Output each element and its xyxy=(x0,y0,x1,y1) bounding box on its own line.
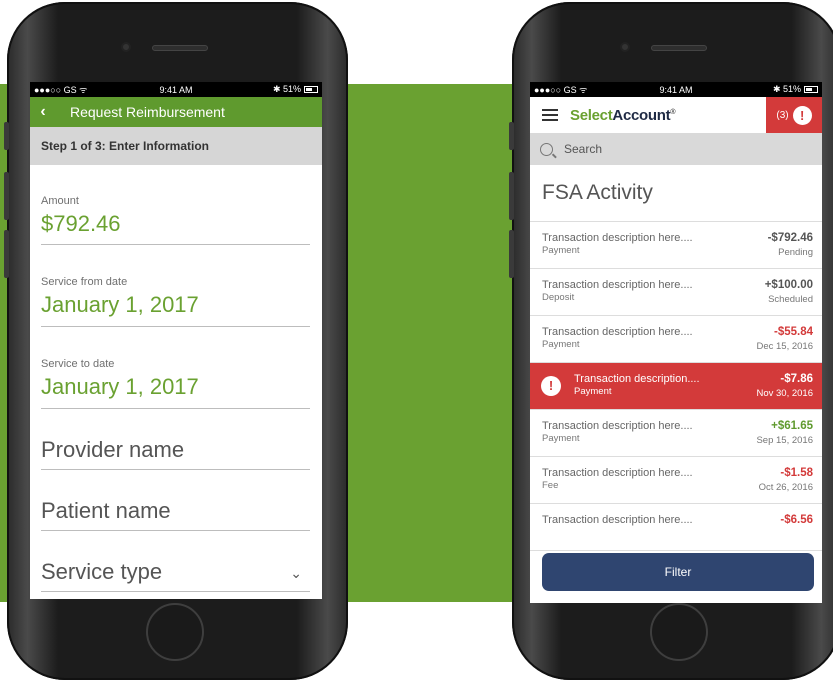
transaction-amount: -$792.46 xyxy=(767,232,813,244)
app-header: SelectAccount® (3) ! xyxy=(530,97,822,133)
amount-label: Amount xyxy=(41,195,79,207)
transaction-amount: +$61.65 xyxy=(771,420,813,432)
transaction-amount: -$55.84 xyxy=(773,326,813,338)
transaction-row[interactable]: ! Transaction description.... Payment -$7.8… xyxy=(530,363,822,410)
selectaccount-logo: SelectAccount® xyxy=(570,106,676,124)
status-bar: ●●●○○ GS ᯤ 9:41 AM ✱ 51% xyxy=(30,82,322,97)
transaction-row[interactable]: Transaction description here.... Deposit +… xyxy=(530,269,822,316)
service-type-select[interactable]: Service type ⌄ xyxy=(41,531,310,592)
battery-icon xyxy=(304,86,318,94)
battery-status: ✱ 51% xyxy=(273,84,318,95)
transaction-row[interactable]: Transaction description here.... Payment -… xyxy=(530,316,822,363)
search-placeholder: Search xyxy=(564,142,603,156)
app-header: ‹ Request Reimbursement xyxy=(30,97,322,127)
service-from-date-value: January 1, 2017 xyxy=(41,292,199,317)
alerts-button[interactable]: (3) ! xyxy=(766,97,822,133)
transaction-row[interactable]: Transaction description here.... Payment -… xyxy=(530,222,822,269)
service-to-date-value: January 1, 2017 xyxy=(41,374,199,399)
chevron-down-icon: ⌄ xyxy=(290,565,302,581)
front-camera xyxy=(121,42,131,52)
transaction-amount: -$1.58 xyxy=(780,467,813,479)
exclamation-icon: ! xyxy=(541,376,561,396)
home-button[interactable] xyxy=(650,603,708,661)
mute-switch xyxy=(4,122,9,150)
provider-name-placeholder: Provider name xyxy=(41,437,185,462)
carrier-signal: ●●●○○ GS ᯤ xyxy=(534,85,588,95)
transaction-status: Sep 15, 2016 xyxy=(756,435,813,446)
filter-button[interactable]: Filter xyxy=(542,553,814,591)
provider-name-field[interactable]: Provider name xyxy=(41,409,310,470)
front-camera xyxy=(620,42,630,52)
transaction-status: Pending xyxy=(778,247,813,258)
transaction-description: Transaction description here.... xyxy=(542,514,693,526)
amount-value: $792.46 xyxy=(41,211,121,236)
transaction-status: Scheduled xyxy=(768,294,813,305)
mute-switch xyxy=(509,122,514,150)
hamburger-menu-icon[interactable] xyxy=(542,106,558,124)
status-bar: ●●●○○ GS ᯤ 9:41 AM ✱ 51% xyxy=(530,82,822,97)
volume-down-button xyxy=(4,230,9,278)
transaction-row[interactable]: Transaction description here.... Payment +… xyxy=(530,410,822,457)
earpiece-speaker xyxy=(152,45,208,51)
service-type-placeholder: Service type xyxy=(41,559,163,584)
transaction-amount: -$6.56 xyxy=(780,514,813,526)
transaction-row[interactable]: Transaction description here.... -$6.56 xyxy=(530,504,822,551)
volume-up-button xyxy=(509,172,514,220)
battery-status: ✱ 51% xyxy=(773,84,818,95)
battery-icon xyxy=(804,86,818,94)
transaction-status: Dec 15, 2016 xyxy=(756,341,813,352)
amount-field[interactable]: Amount $792.46 xyxy=(41,165,310,245)
service-from-date-field[interactable]: Service from date January 1, 2017 xyxy=(41,245,310,327)
volume-down-button xyxy=(509,230,514,278)
transaction-type: Payment xyxy=(542,245,580,256)
reimbursement-screen: ●●●○○ GS ᯤ 9:41 AM ✱ 51% ‹ Request Reimb… xyxy=(30,82,322,599)
transaction-description: Transaction description here.... xyxy=(542,326,693,338)
patient-name-placeholder: Patient name xyxy=(41,498,171,523)
patient-name-field[interactable]: Patient name xyxy=(41,470,310,531)
volume-up-button xyxy=(4,172,9,220)
activity-screen: ●●●○○ GS ᯤ 9:41 AM ✱ 51% SelectAccount® … xyxy=(530,82,822,603)
transaction-status: Oct 26, 2016 xyxy=(758,482,813,493)
service-to-date-label: Service to date xyxy=(41,358,115,370)
search-bar[interactable]: Search xyxy=(530,133,822,165)
transaction-list: Transaction description here.... Payment -… xyxy=(530,221,822,551)
transaction-amount: -$7.86 xyxy=(780,373,813,385)
transaction-status: Nov 30, 2016 xyxy=(756,388,813,399)
transaction-description: Transaction description.... xyxy=(574,373,700,385)
step-indicator: Step 1 of 3: Enter Information xyxy=(30,127,322,165)
header-title: Request Reimbursement xyxy=(70,104,225,120)
exclamation-icon: ! xyxy=(792,105,812,125)
page-title: FSA Activity xyxy=(542,181,653,204)
chevron-left-icon[interactable]: ‹ xyxy=(30,103,56,121)
carrier-signal: ●●●○○ GS ᯤ xyxy=(34,85,88,95)
search-icon xyxy=(540,142,553,156)
transaction-row[interactable]: Transaction description here.... Fee -$1.5… xyxy=(530,457,822,504)
service-to-date-field[interactable]: Service to date January 1, 2017 xyxy=(41,327,310,409)
transaction-amount: +$100.00 xyxy=(764,279,813,291)
transaction-description: Transaction description here.... xyxy=(542,467,693,479)
earpiece-speaker xyxy=(651,45,707,51)
home-button[interactable] xyxy=(146,603,204,661)
service-from-date-label: Service from date xyxy=(41,276,128,288)
alert-count: (3) xyxy=(776,109,789,121)
